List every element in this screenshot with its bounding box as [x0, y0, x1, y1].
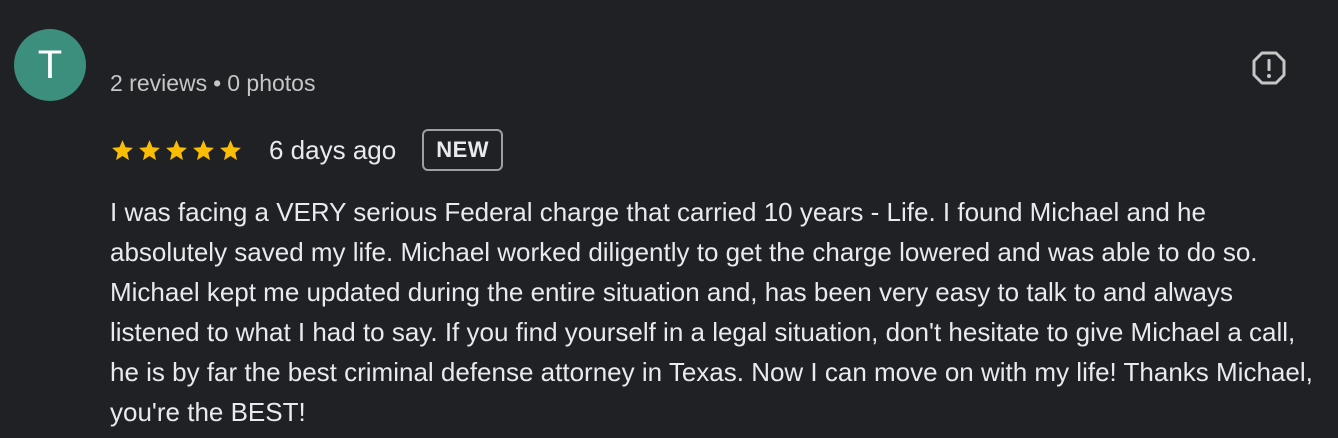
star-rating	[110, 138, 243, 163]
reviews-count: 2 reviews	[110, 70, 208, 96]
star-icon	[166, 139, 187, 160]
review-card: T 2 reviews • 0 photos 6 days ago NEW I wa…	[0, 0, 1338, 438]
star-icon	[112, 139, 133, 160]
meta-separator: •	[213, 70, 222, 96]
report-octagon-icon[interactable]	[1251, 50, 1287, 86]
review-text: I was facing a VERY serious Federal char…	[110, 197, 1313, 427]
new-badge: NEW	[422, 129, 504, 171]
star-icon	[193, 139, 214, 160]
star-icon	[139, 139, 160, 160]
reviewer-meta: 2 reviews • 0 photos	[110, 70, 315, 97]
photos-count: 0 photos	[227, 70, 316, 96]
star-icon	[220, 139, 241, 160]
review-date: 6 days ago	[269, 134, 397, 165]
avatar[interactable]: T	[14, 29, 86, 101]
reviewer-name[interactable]	[110, 30, 350, 54]
rating-row: 6 days ago NEW	[110, 128, 504, 172]
